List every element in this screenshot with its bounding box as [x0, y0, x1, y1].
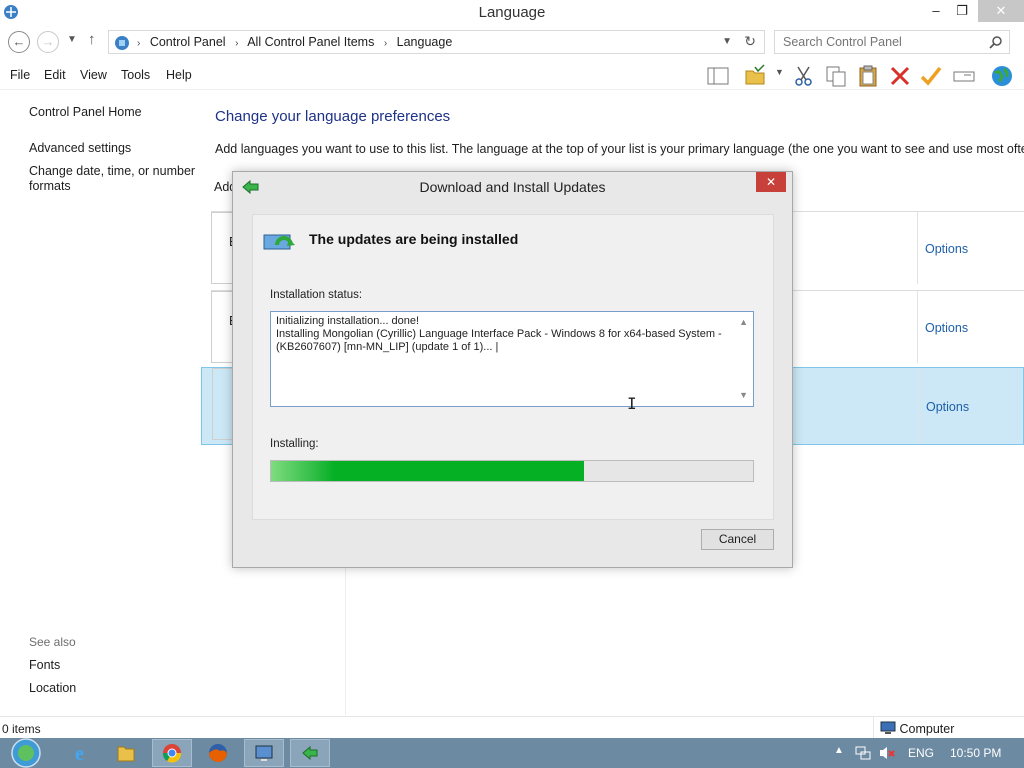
taskbar: e ▲ ENG 10:50 PM — [0, 738, 1024, 768]
item-count: 0 items — [2, 722, 41, 736]
properties-folder-icon[interactable] — [744, 64, 768, 88]
zone-label: Computer — [899, 722, 955, 736]
see-also-heading: See also — [29, 635, 76, 649]
input-language-indicator[interactable]: ENG — [908, 746, 934, 760]
breadcrumb-separator[interactable]: › — [384, 38, 387, 49]
status-log-line: Installing Mongolian (Cyrillic) Language… — [276, 328, 722, 340]
address-row: ← → ▼ ↑ › Control Panel › All Control Pa… — [0, 28, 1024, 56]
change-date-time-link-continued[interactable]: formats — [29, 179, 71, 194]
file-explorer-icon — [117, 746, 135, 762]
taskbar-firefox[interactable] — [198, 739, 238, 767]
menu-edit[interactable]: Edit — [44, 68, 66, 82]
firefox-icon — [209, 744, 227, 762]
layout-pane-icon[interactable] — [706, 64, 730, 88]
language-options-link[interactable]: Options — [926, 400, 969, 414]
breadcrumb-separator[interactable]: › — [235, 38, 238, 49]
installation-progress-bar — [270, 460, 754, 482]
dialog-close-button[interactable]: ✕ — [756, 172, 786, 192]
zone-indicator: Computer — [873, 717, 954, 739]
breadcrumb-all-items[interactable]: All Control Panel Items — [247, 35, 374, 49]
search-icon[interactable] — [989, 35, 1003, 49]
menu-file[interactable]: File — [10, 68, 30, 82]
status-log-line: Initializing installation... done! — [276, 315, 420, 327]
window-title: Language — [478, 4, 546, 21]
location-link[interactable]: Location — [29, 681, 76, 696]
breadcrumb-separator[interactable]: › — [137, 38, 140, 49]
clock[interactable]: 10:50 PM — [950, 746, 1001, 760]
back-button[interactable]: ← — [8, 31, 30, 53]
up-button[interactable]: ↑ — [88, 31, 96, 48]
rename-icon[interactable] — [952, 64, 976, 88]
menu-bar: File Edit View Tools Help ▼ — [0, 60, 1024, 90]
language-options-link[interactable]: Options — [925, 321, 968, 335]
windows-update-icon — [302, 745, 318, 761]
page-title: Change your language preferences — [215, 108, 451, 125]
control-panel-icon — [255, 745, 273, 761]
installation-status-label: Installation status: — [270, 289, 363, 301]
taskbar-internet-explorer[interactable]: e — [62, 739, 102, 767]
cancel-button[interactable]: Cancel — [701, 529, 774, 550]
download-install-updates-dialog: Download and Install Updates ✕ The updat… — [232, 171, 793, 568]
dialog-header: The updates are being installed — [309, 231, 519, 247]
paste-icon[interactable] — [856, 64, 880, 88]
dialog-title: Download and Install Updates — [419, 179, 606, 195]
chrome-icon — [162, 744, 182, 763]
progress-fill — [271, 461, 585, 481]
update-installing-icon — [263, 234, 295, 250]
svg-text:e: e — [75, 743, 84, 765]
volume-muted-icon[interactable] — [879, 745, 895, 761]
column-divider — [917, 212, 918, 284]
menu-view[interactable]: View — [80, 68, 107, 82]
breadcrumb-language[interactable]: Language — [397, 35, 453, 49]
dialog-content-panel: The updates are being installed Installa… — [252, 214, 774, 520]
address-dropdown-icon[interactable]: ▼ — [722, 36, 732, 47]
network-icon[interactable] — [855, 745, 871, 761]
recent-locations-dropdown[interactable]: ▼ — [67, 34, 77, 45]
window-title-bar: Language – ❐ ✕ — [0, 0, 1024, 26]
scroll-up-arrow-icon[interactable]: ▲ — [739, 316, 748, 329]
forward-button[interactable]: → — [37, 31, 59, 53]
copy-icon[interactable] — [824, 64, 848, 88]
installation-status-log[interactable]: Initializing installation... done! Insta… — [270, 311, 754, 407]
search-input[interactable] — [783, 35, 983, 49]
globe-icon[interactable] — [990, 64, 1014, 88]
checkmark-icon[interactable] — [919, 64, 943, 88]
taskbar-chrome[interactable] — [152, 739, 192, 767]
internet-explorer-icon: e — [75, 743, 84, 765]
restore-button[interactable]: ❐ — [947, 0, 977, 22]
delete-icon[interactable] — [888, 64, 912, 88]
computer-icon — [880, 721, 896, 734]
status-log-line: (KB2607607) [mn-MN_LIP] (update 1 of 1).… — [276, 341, 499, 353]
fonts-link[interactable]: Fonts — [29, 658, 60, 673]
content-divider — [345, 565, 346, 715]
control-panel-location-icon — [115, 36, 129, 50]
show-hidden-icons-icon[interactable]: ▲ — [834, 745, 844, 756]
refresh-icon[interactable]: ↻ — [744, 33, 756, 50]
menu-tools[interactable]: Tools — [121, 68, 150, 82]
page-description: Add languages you want to use to this li… — [215, 142, 1024, 156]
taskbar-windows-update[interactable] — [290, 739, 330, 767]
change-date-time-link[interactable]: Change date, time, or number — [29, 164, 195, 179]
properties-dropdown-icon[interactable]: ▼ — [775, 67, 784, 77]
column-divider — [918, 368, 919, 444]
language-options-link[interactable]: Options — [925, 242, 968, 256]
address-bar[interactable]: › Control Panel › All Control Panel Item… — [108, 30, 765, 54]
search-box[interactable] — [774, 30, 1010, 54]
installing-label: Installing: — [270, 438, 319, 450]
start-orb-icon[interactable] — [8, 738, 44, 768]
scroll-down-arrow-icon[interactable]: ▼ — [739, 389, 748, 402]
taskbar-control-panel[interactable] — [244, 739, 284, 767]
column-divider — [917, 291, 918, 363]
control-panel-home-link[interactable]: Control Panel Home — [29, 105, 142, 120]
breadcrumb-control-panel[interactable]: Control Panel — [150, 35, 226, 49]
menu-help[interactable]: Help — [166, 68, 192, 82]
taskbar-file-explorer[interactable] — [106, 739, 146, 767]
text-cursor: I — [627, 394, 637, 413]
close-window-button[interactable]: ✕ — [978, 0, 1024, 22]
advanced-settings-link[interactable]: Advanced settings — [29, 141, 131, 156]
cut-icon[interactable] — [792, 64, 816, 88]
status-bar: 0 items Computer — [0, 716, 1024, 739]
